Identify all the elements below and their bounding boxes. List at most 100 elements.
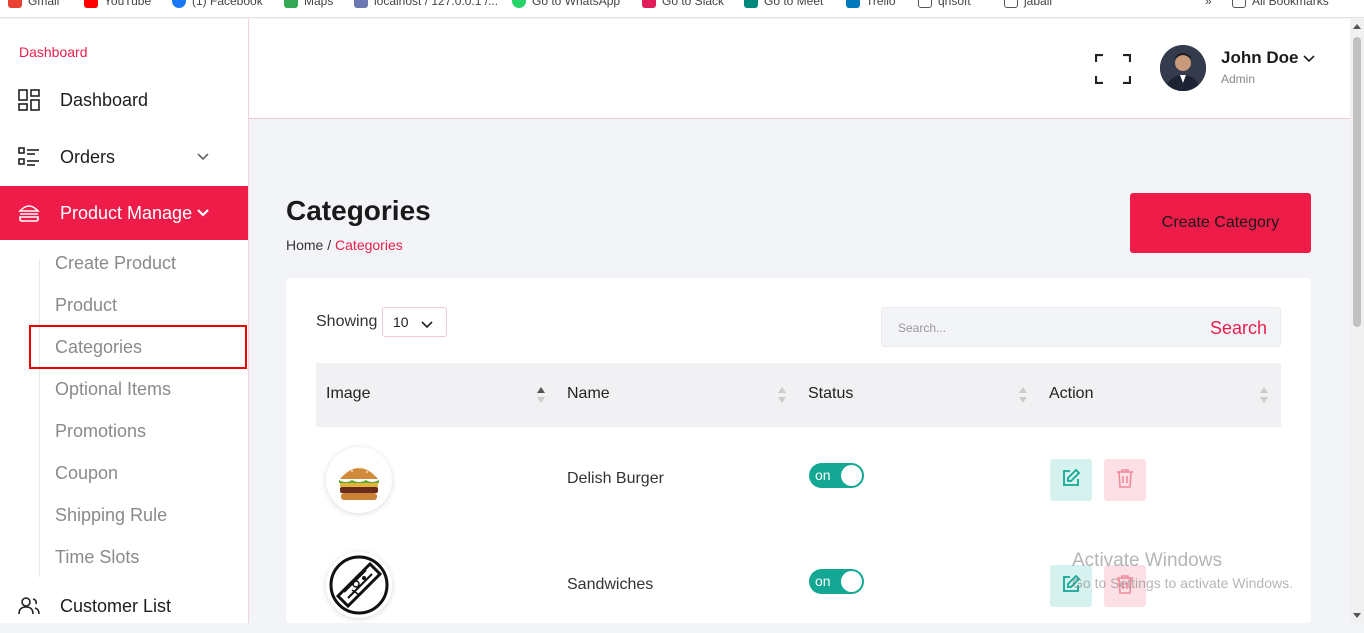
- toggle-knob: [841, 571, 862, 592]
- folder-icon: [1004, 0, 1018, 8]
- grid-icon: [18, 89, 40, 111]
- bookmark-qnsoft[interactable]: qnsoft: [918, 0, 971, 8]
- status-toggle-label: on: [815, 467, 831, 483]
- sort-icon[interactable]: [778, 387, 786, 403]
- facebook-icon: [172, 0, 186, 8]
- submenu-product[interactable]: Product: [55, 295, 117, 316]
- bookmark-meet[interactable]: Go to Meet: [744, 0, 823, 8]
- sort-icon[interactable]: [1260, 387, 1268, 403]
- sidebar-item-label: Product Manage: [60, 202, 193, 223]
- page-size-select[interactable]: 10: [382, 307, 447, 337]
- scroll-up-arrow-icon[interactable]: [1353, 24, 1361, 29]
- maps-icon: [284, 0, 298, 8]
- status-toggle[interactable]: on: [809, 463, 864, 488]
- bookmark-slack[interactable]: Go to Slack: [642, 0, 724, 8]
- submenu-categories[interactable]: Categories: [55, 337, 142, 358]
- search-input[interactable]: Search... Search: [881, 307, 1281, 347]
- toggle-knob: [841, 465, 862, 486]
- row-name: Delish Burger: [567, 470, 664, 487]
- scroll-thumb[interactable]: [1353, 37, 1361, 327]
- bookmark-gmail[interactable]: Gmail: [8, 0, 59, 8]
- sidebar-item-label: Orders: [60, 146, 116, 167]
- sort-asc-icon[interactable]: [537, 387, 545, 403]
- breadcrumb-home[interactable]: Home: [286, 237, 323, 253]
- delete-button[interactable]: [1104, 459, 1146, 501]
- sidebar: Dashboard Dashboard Orders Product Manag…: [0, 19, 249, 623]
- column-header-name[interactable]: Name: [567, 385, 610, 403]
- bookmark-jabali[interactable]: jabali: [1004, 0, 1052, 8]
- breadcrumb: Home / Categories: [286, 237, 403, 253]
- breadcrumb-current: Categories: [335, 237, 403, 253]
- folder-icon: [1232, 0, 1246, 8]
- burger-image: [326, 447, 392, 513]
- sidebar-item-dashboard[interactable]: Dashboard: [0, 73, 248, 127]
- watermark-title: Activate Windows: [1072, 550, 1222, 571]
- column-header-action[interactable]: Action: [1049, 385, 1093, 403]
- trello-icon: [846, 0, 860, 8]
- search-button[interactable]: Search: [1210, 318, 1267, 339]
- submenu-time-slots[interactable]: Time Slots: [55, 547, 139, 568]
- status-toggle-label: on: [815, 573, 831, 589]
- sidebar-brand[interactable]: Dashboard: [19, 44, 88, 60]
- sidebar-item-product-manage[interactable]: Product Manage: [0, 186, 248, 240]
- gmail-icon: [8, 0, 22, 8]
- breadcrumb-separator: /: [327, 237, 332, 253]
- all-bookmarks[interactable]: All Bookmarks: [1232, 0, 1329, 8]
- bookmark-trello[interactable]: Trello: [846, 0, 896, 8]
- user-menu[interactable]: John Doe: [1221, 48, 1316, 68]
- watermark-subtitle: Go to Settings to activate Windows.: [1072, 575, 1293, 591]
- column-header-status[interactable]: Status: [808, 385, 853, 403]
- column-header-image[interactable]: Image: [326, 385, 370, 403]
- user-role: Admin: [1221, 72, 1256, 86]
- page-size-value: 10: [393, 314, 409, 330]
- fullscreen-icon[interactable]: [1094, 53, 1132, 85]
- chevron-down-icon: [196, 150, 210, 164]
- edit-icon: [1061, 468, 1081, 493]
- folder-icon: [918, 0, 932, 8]
- slack-icon: [642, 0, 656, 8]
- trash-icon: [1116, 468, 1134, 493]
- bookmark-facebook[interactable]: (1) Facebook: [172, 0, 263, 8]
- sort-icon[interactable]: [1019, 387, 1027, 403]
- bookmark-localhost[interactable]: localhost / 127.0.0.1 /...: [354, 0, 498, 8]
- whatsapp-icon: [512, 0, 526, 8]
- bookmark-whatsapp[interactable]: Go to WhatsApp: [512, 0, 620, 8]
- row-name: Sandwiches: [567, 576, 654, 593]
- page-scrollbar[interactable]: [1350, 19, 1364, 623]
- sidebar-item-customer-list[interactable]: Customer List: [0, 579, 248, 633]
- submenu-shipping-rule[interactable]: Shipping Rule: [55, 505, 167, 526]
- showing-label: Showing: [316, 313, 378, 330]
- meet-icon: [744, 0, 758, 8]
- users-icon: [18, 595, 40, 617]
- top-header: John Doe Admin: [249, 19, 1350, 119]
- bookmarks-more[interactable]: »: [1205, 0, 1212, 8]
- sidebar-item-label: Customer List: [60, 595, 172, 616]
- edit-button[interactable]: [1050, 459, 1092, 501]
- list-icon: [18, 146, 40, 168]
- submenu-create-product[interactable]: Create Product: [55, 253, 176, 274]
- scroll-down-arrow-icon[interactable]: [1353, 613, 1361, 618]
- submenu-divider: [39, 259, 40, 577]
- submenu-promotions[interactable]: Promotions: [55, 421, 146, 442]
- chevron-down-icon: [1303, 48, 1316, 68]
- phpmyadmin-icon: [354, 0, 368, 8]
- sandwich-image: [326, 552, 392, 618]
- table-header: Image Name Status Action: [316, 363, 1281, 427]
- avatar[interactable]: [1160, 45, 1206, 91]
- submenu-optional-items[interactable]: Optional Items: [55, 379, 171, 400]
- chevron-down-icon: [421, 316, 433, 332]
- bookmark-maps[interactable]: Maps: [284, 0, 333, 8]
- chevron-down-icon: [196, 206, 210, 220]
- sidebar-item-orders[interactable]: Orders: [0, 130, 248, 184]
- youtube-icon: [84, 0, 98, 8]
- bookmarks-bar: Gmail YouTube (1) Facebook Maps localhos…: [0, 0, 1364, 18]
- submenu-coupon[interactable]: Coupon: [55, 463, 118, 484]
- page-title: Categories: [286, 195, 431, 226]
- create-category-button[interactable]: Create Category: [1130, 193, 1311, 253]
- burger-icon: [18, 202, 40, 224]
- bookmark-youtube[interactable]: YouTube: [84, 0, 151, 8]
- status-toggle[interactable]: on: [809, 569, 864, 594]
- sidebar-item-label: Dashboard: [60, 89, 149, 110]
- user-name: John Doe: [1221, 48, 1299, 67]
- search-placeholder: Search...: [898, 321, 947, 335]
